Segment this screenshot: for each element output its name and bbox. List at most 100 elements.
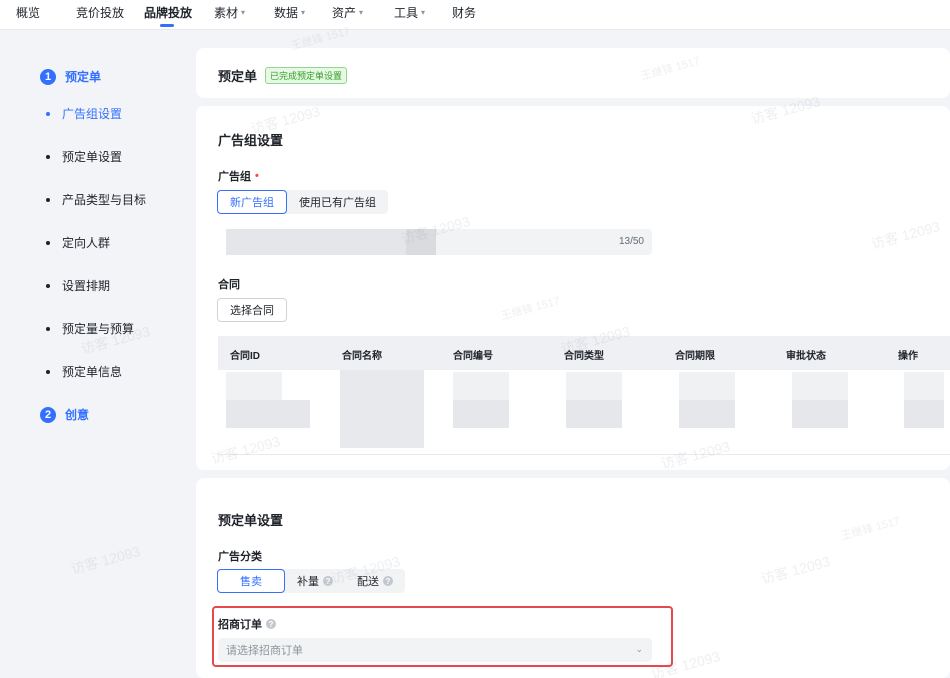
step-sidebar: 1 预定单 广告组设置 预定单设置 产品类型与目标 定向人群 设置排期 预定量与… xyxy=(0,30,196,678)
step-title: 创意 xyxy=(65,408,90,422)
nav-label: 品牌投放 xyxy=(144,6,193,20)
top-nav: 概览 竞价投放 品牌投放 素材 ▾ 数据 ▾ 资产 ▾ 工具 ▾ 财务 xyxy=(0,0,950,30)
nav-label: 财务 xyxy=(452,6,477,20)
adgroup-name-input[interactable]: 13/50 xyxy=(226,229,652,255)
step-item-product[interactable]: 产品类型与目标 xyxy=(46,191,146,208)
step-1[interactable]: 1 预定单 xyxy=(40,68,101,85)
help-icon[interactable]: ? xyxy=(383,576,393,586)
delivery-label: 配送 xyxy=(357,576,379,588)
sale-option[interactable]: 售卖 xyxy=(217,569,285,593)
step-item-targeting[interactable]: 定向人群 xyxy=(46,234,110,251)
step-number-badge: 2 xyxy=(40,406,56,423)
bullet-icon xyxy=(46,326,50,331)
supplement-option[interactable]: 补量? xyxy=(285,569,345,593)
step-item-order[interactable]: 预定单设置 xyxy=(46,148,122,165)
nav-label: 竞价投放 xyxy=(76,6,125,20)
column-header: 审批状态 xyxy=(786,351,826,362)
table-divider xyxy=(218,454,950,455)
category-toggle: 售卖 补量? 配送? xyxy=(217,569,405,593)
existing-adgroup-option[interactable]: 使用已有广告组 xyxy=(287,190,388,214)
char-counter: 13/50 xyxy=(618,236,644,247)
bullet-icon xyxy=(46,197,50,202)
nav-finance[interactable]: 财务 xyxy=(452,4,476,21)
redacted-cell xyxy=(792,400,848,428)
nav-brand[interactable]: 品牌投放 xyxy=(144,4,192,21)
new-adgroup-option[interactable]: 新广告组 xyxy=(217,190,287,214)
nav-overview[interactable]: 概览 xyxy=(16,4,40,21)
redacted-cell xyxy=(340,370,424,448)
nav-label: 资产 xyxy=(332,6,357,20)
redacted-cell xyxy=(226,372,282,400)
redacted-cell xyxy=(226,400,310,428)
main-content: 预定单 已完成预定单设置 广告组设置 广告组 • 新广告组 使用已有广告组 13/… xyxy=(196,30,950,678)
page-title: 预定单 已完成预定单设置 xyxy=(218,66,348,85)
step-item-label: 预定单信息 xyxy=(62,365,123,379)
contract-table-header: 合同ID 合同名称 合同编号 合同类型 合同期限 审批状态 操作 xyxy=(218,336,950,370)
nav-bidding[interactable]: 竞价投放 xyxy=(76,4,124,21)
nav-material[interactable]: 素材 ▾ xyxy=(214,4,245,21)
step-item-label: 定向人群 xyxy=(62,236,111,250)
order-settings-title: 预定单设置 xyxy=(218,513,284,528)
step-item-label: 设置排期 xyxy=(62,279,111,293)
step-item-budget[interactable]: 预定量与预算 xyxy=(46,320,134,337)
supplement-label: 补量 xyxy=(297,576,319,588)
select-contract-button[interactable]: 选择合同 xyxy=(217,298,287,322)
redacted-cell xyxy=(679,400,735,428)
contract-label: 合同 xyxy=(218,279,240,291)
column-header: 合同期限 xyxy=(675,351,715,362)
status-badge: 已完成预定单设置 xyxy=(265,67,348,84)
column-header: 合同ID xyxy=(230,351,260,362)
step-item-label: 预定量与预算 xyxy=(62,322,135,336)
nav-active-indicator xyxy=(160,24,174,27)
step-item-schedule[interactable]: 设置排期 xyxy=(46,277,110,294)
chevron-down-icon: ▾ xyxy=(421,8,426,17)
adgroup-label: 广告组 • xyxy=(218,168,259,184)
adgroup-section-title: 广告组设置 xyxy=(218,133,284,148)
step-number-badge: 1 xyxy=(40,68,56,85)
nav-label: 数据 xyxy=(274,6,299,20)
step-2[interactable]: 2 创意 xyxy=(40,406,89,423)
step-title: 预定单 xyxy=(65,70,102,84)
redacted-cell xyxy=(904,372,944,400)
highlight-box xyxy=(212,606,673,667)
redacted-cell xyxy=(566,372,622,400)
redacted-value xyxy=(406,229,436,255)
step-item-label: 广告组设置 xyxy=(62,107,123,121)
nav-label: 概览 xyxy=(16,6,41,20)
column-header: 合同编号 xyxy=(453,351,493,362)
chevron-down-icon: ▾ xyxy=(359,8,364,17)
category-label: 广告分类 xyxy=(218,551,262,563)
column-header: 合同名称 xyxy=(342,351,382,362)
redacted-cell xyxy=(904,400,944,428)
redacted-cell xyxy=(453,400,509,428)
step-item-label: 产品类型与目标 xyxy=(62,193,147,207)
bullet-icon xyxy=(46,369,50,374)
bullet-icon xyxy=(46,111,50,116)
redacted-value xyxy=(226,229,406,255)
nav-tools[interactable]: 工具 ▾ xyxy=(394,4,425,21)
redacted-cell xyxy=(792,372,848,400)
step-item-info[interactable]: 预定单信息 xyxy=(46,363,122,380)
redacted-cell xyxy=(566,400,622,428)
adgroup-label-text: 广告组 xyxy=(218,171,251,183)
step-item-label: 预定单设置 xyxy=(62,150,123,164)
nav-data[interactable]: 数据 ▾ xyxy=(274,4,305,21)
bullet-icon xyxy=(46,240,50,245)
nav-label: 素材 xyxy=(214,6,239,20)
help-icon[interactable]: ? xyxy=(323,576,333,586)
required-mark: • xyxy=(255,170,259,182)
chevron-down-icon: ▾ xyxy=(301,8,306,17)
chevron-down-icon: ▾ xyxy=(241,8,246,17)
redacted-cell xyxy=(453,372,509,400)
step-item-adgroup[interactable]: 广告组设置 xyxy=(46,105,122,122)
column-header: 操作 xyxy=(898,351,918,362)
bullet-icon xyxy=(46,154,50,159)
redacted-cell xyxy=(679,372,735,400)
bullet-icon xyxy=(46,283,50,288)
nav-label: 工具 xyxy=(394,6,419,20)
column-header: 合同类型 xyxy=(564,351,604,362)
delivery-option[interactable]: 配送? xyxy=(345,569,405,593)
order-title-text: 预定单 xyxy=(218,69,258,84)
nav-assets[interactable]: 资产 ▾ xyxy=(332,4,363,21)
adgroup-type-toggle: 新广告组 使用已有广告组 xyxy=(217,190,388,214)
